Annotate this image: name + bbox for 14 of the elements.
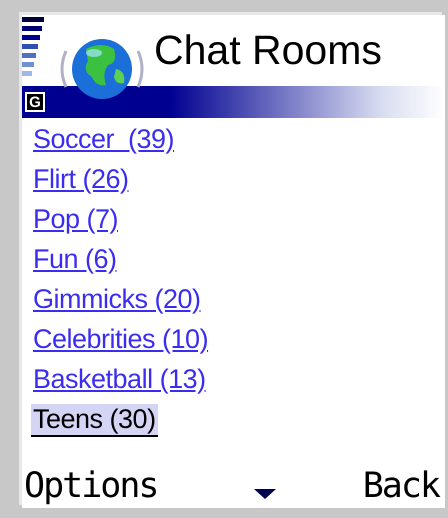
chat-room-link[interactable]: Teens (30) bbox=[31, 404, 158, 437]
screen-title: Chat Rooms bbox=[154, 27, 382, 74]
browser-badge: G bbox=[25, 92, 45, 112]
signal-strength-icon bbox=[22, 17, 44, 79]
chat-room-link[interactable]: Pop (7) bbox=[31, 204, 120, 239]
down-arrow-icon bbox=[254, 489, 276, 499]
options-softkey[interactable]: Options bbox=[24, 466, 158, 506]
chat-room-link[interactable]: Flirt (26) bbox=[31, 164, 130, 199]
back-softkey[interactable]: Back bbox=[362, 466, 439, 506]
chat-room-link[interactable]: Celebrities (10) bbox=[31, 324, 210, 359]
chat-room-link[interactable]: Basketball (13) bbox=[31, 364, 208, 399]
chat-room-link[interactable]: Gimmicks (20) bbox=[31, 284, 202, 319]
chat-room-link[interactable]: Fun (6) bbox=[31, 244, 119, 279]
chat-room-link[interactable]: Soccer (39) bbox=[31, 124, 176, 159]
